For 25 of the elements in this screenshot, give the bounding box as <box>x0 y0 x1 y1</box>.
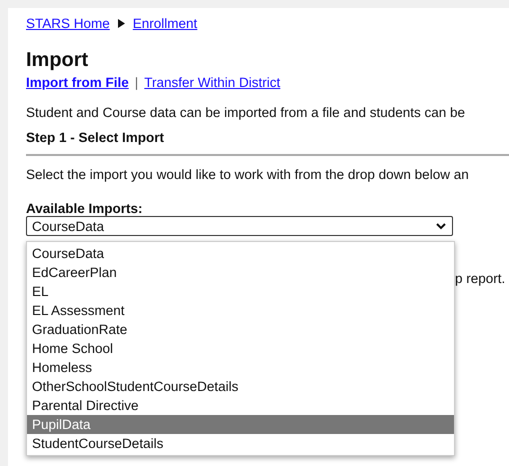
dropdown-option[interactable]: EdCareerPlan <box>27 263 454 282</box>
step-heading: Step 1 - Select Import <box>26 130 166 145</box>
dropdown-option[interactable]: Parental Directive <box>27 396 454 415</box>
dropdown-option[interactable]: StudentCourseDetails <box>27 434 454 453</box>
link-separator: | <box>134 75 138 90</box>
dropdown-option[interactable]: PupilData <box>27 415 454 434</box>
page-title: Import <box>26 48 90 72</box>
intro-text: Student and Course data can be imported from a file and students can be <box>26 105 466 120</box>
arrow-icon <box>118 18 125 28</box>
breadcrumb-link[interactable]: STARS Home <box>26 16 110 30</box>
instruction-text: Select the import you would like to work with from the drop down below an <box>26 167 470 182</box>
nav-link[interactable]: Transfer Within District <box>144 75 280 90</box>
dropdown-option[interactable]: Homeless <box>27 358 454 377</box>
dropdown-option[interactable]: EL Assessment <box>27 301 454 320</box>
dropdown-option[interactable]: EL <box>27 282 454 301</box>
nav-link[interactable]: Import from File <box>26 75 129 90</box>
dropdown-option[interactable]: OtherSchoolStudentCourseDetails <box>27 377 454 396</box>
field-label: Available Imports: <box>26 201 144 216</box>
imports-dropdown[interactable]: CourseData <box>26 216 453 236</box>
chevron-icon <box>436 222 446 230</box>
dropdown-option[interactable]: GraduationRate <box>27 320 454 339</box>
dropdown-option[interactable]: CourseData <box>27 244 454 263</box>
partial-text: p report. <box>455 271 506 286</box>
dropdown-option[interactable]: Home School <box>27 339 454 358</box>
breadcrumb-link[interactable]: Enrollment <box>132 16 198 30</box>
